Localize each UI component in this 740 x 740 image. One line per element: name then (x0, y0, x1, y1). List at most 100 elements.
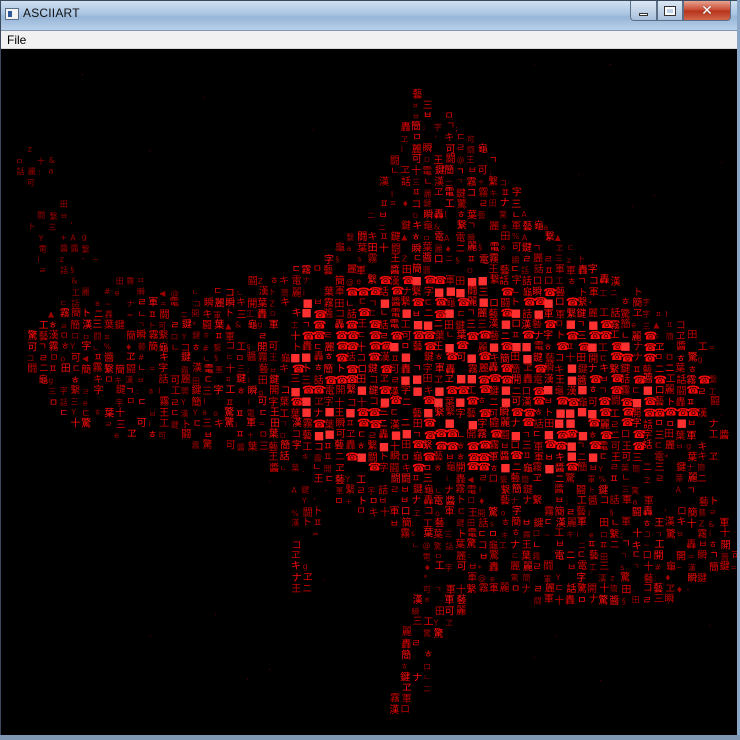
ascii-art-glyph: ㄱ (632, 563, 639, 572)
ascii-art-glyph: 龜 (248, 318, 258, 331)
menu-item-file[interactable]: File (5, 33, 28, 47)
ascii-art-glyph: 十 (687, 517, 697, 530)
ascii-art-glyph: ■ (501, 318, 511, 331)
ascii-art-glyph: ㅎ (401, 662, 408, 671)
ascii-art-glyph: 漢 (379, 175, 389, 188)
ascii-art-glyph: ㄴ (312, 463, 321, 474)
ascii-art-glyph: 十 (356, 341, 366, 354)
ascii-art-glyph: 三 (413, 617, 423, 628)
ascii-art-glyph: 電 (292, 275, 302, 287)
ascii-art-glyph: 麗 (28, 167, 36, 176)
ascii-art-glyph: 麗 (82, 287, 90, 296)
ascii-art-glyph: ㄷ (511, 552, 518, 561)
ascii-art-glyph: ~ (676, 563, 683, 572)
ascii-art-glyph: . (578, 169, 580, 177)
ascii-art-glyph: 繋 (50, 211, 58, 221)
ascii-art-glyph: 霧 (258, 352, 268, 364)
title-bar[interactable]: ASCIIART ✕ (1, 1, 739, 31)
ascii-art-glyph: ■ (314, 429, 324, 442)
ascii-art-glyph: 軍 (446, 584, 456, 596)
ascii-art-glyph: ㄷ (511, 265, 520, 276)
ascii-art-glyph: ㅎ (202, 331, 209, 340)
ascii-art-glyph: e (589, 530, 594, 539)
ascii-art-glyph: ㄱ (280, 420, 287, 429)
ascii-art-glyph: 龜 (424, 483, 434, 496)
ascii-art-glyph: ヱ (335, 464, 345, 475)
ascii-art-glyph: 軍 (622, 494, 632, 506)
ascii-art-glyph: Y (344, 475, 350, 484)
ascii-art-glyph: 電 (39, 245, 47, 254)
ascii-art-glyph: Y (597, 465, 603, 474)
ascii-art-glyph: 工 (291, 321, 299, 330)
ascii-art-glyph: ㅁ (655, 419, 664, 430)
ascii-art-glyph: 工 (39, 321, 49, 332)
ascii-art-glyph: 可 (423, 585, 431, 594)
ascii-art-glyph: ㄹ (323, 331, 332, 342)
ascii-art-glyph: 醬 (555, 461, 565, 474)
ascii-art-glyph: 簡 (621, 318, 631, 331)
ascii-art-glyph: Y (180, 398, 186, 407)
ascii-art-glyph: 醬 (676, 339, 686, 352)
ascii-art-glyph: 軍 (489, 582, 499, 594)
ascii-art-glyph: 簡 (280, 439, 290, 452)
ascii-art-glyph: 醬 (721, 552, 729, 562)
ascii-art-glyph: ㄴ (446, 330, 455, 341)
ascii-art-glyph: 葉 (324, 285, 334, 298)
app-icon[interactable] (5, 8, 19, 20)
ascii-art-glyph: 話 (677, 373, 687, 386)
ascii-art-glyph: . (268, 476, 270, 484)
ascii-art-glyph: ㅍ (666, 321, 673, 330)
ascii-art-glyph: ■ (389, 340, 399, 353)
minimize-button[interactable] (630, 1, 657, 21)
ascii-art-glyph: ㅂ (555, 540, 564, 551)
ascii-art-glyph: 葉 (455, 538, 465, 551)
ascii-art-glyph: 十 (115, 406, 125, 419)
ascii-art-glyph: 可 (402, 331, 412, 342)
ascii-art-glyph: ロ (467, 496, 475, 505)
ascii-art-glyph: 漢 (259, 285, 269, 298)
ascii-art-glyph: 醬 (719, 429, 729, 442)
ascii-art-glyph: ㅂ (468, 165, 477, 176)
ascii-art-glyph: ㅁ (269, 309, 276, 318)
ascii-art-glyph: 田 (500, 232, 510, 243)
ascii-art-glyph: Y (433, 619, 439, 628)
ascii-art-glyph: ロ (423, 663, 431, 672)
ascii-art-glyph: ㅍ (655, 310, 662, 319)
ascii-art-glyph: Z (258, 277, 264, 286)
ascii-art-glyph: ニ (610, 430, 620, 441)
ascii-art-glyph: ■ (587, 340, 597, 353)
ascii-art-glyph: 簡 (281, 288, 289, 298)
ascii-art-glyph: ヱ (291, 550, 301, 561)
ascii-art-glyph: 漢 (697, 407, 707, 420)
ascii-art-glyph: ㅁ (555, 319, 564, 330)
ascii-art-glyph: 驚 (598, 593, 608, 606)
ascii-art-glyph: ㅍ (467, 255, 476, 266)
ascii-art-glyph: ㄹ (456, 143, 465, 154)
ascii-art-glyph: 鍵 (489, 384, 499, 397)
close-button[interactable]: ✕ (683, 1, 731, 21)
ascii-art-glyph: 簡 (81, 363, 91, 376)
ascii-art-glyph: ㅁ (60, 331, 69, 342)
ascii-art-glyph: 話 (534, 262, 544, 275)
ascii-art-glyph: 驚 (434, 541, 442, 551)
ascii-art-glyph: 電 (534, 341, 544, 353)
ascii-art-glyph: 霧 (467, 177, 477, 189)
ascii-art-glyph: 葉 (675, 361, 685, 374)
ascii-art-glyph: ヱ (434, 187, 444, 198)
window-title: ASCIIART (23, 6, 80, 20)
ascii-art-glyph: @ (478, 573, 486, 582)
ascii-art-glyph: a (347, 244, 352, 253)
maximize-button[interactable] (657, 1, 683, 21)
ascii-art-glyph: 三 (379, 407, 389, 418)
ascii-art-glyph: 葉 (269, 427, 279, 440)
ascii-art-glyph: 電 (423, 552, 431, 561)
ascii-art-glyph: * (664, 453, 668, 462)
ascii-art-glyph: 可 (390, 364, 400, 375)
ascii-art-glyph: . (81, 69, 83, 77)
ascii-art-glyph: ㅎ (434, 352, 443, 363)
ascii-art-glyph: 王 (390, 254, 400, 265)
ascii-art-glyph: ㅎ (688, 365, 697, 376)
ascii-art-glyph: . (534, 59, 536, 67)
ascii-art-glyph: ㅍ (599, 541, 608, 552)
ascii-art-glyph: 鍵 (115, 318, 125, 331)
